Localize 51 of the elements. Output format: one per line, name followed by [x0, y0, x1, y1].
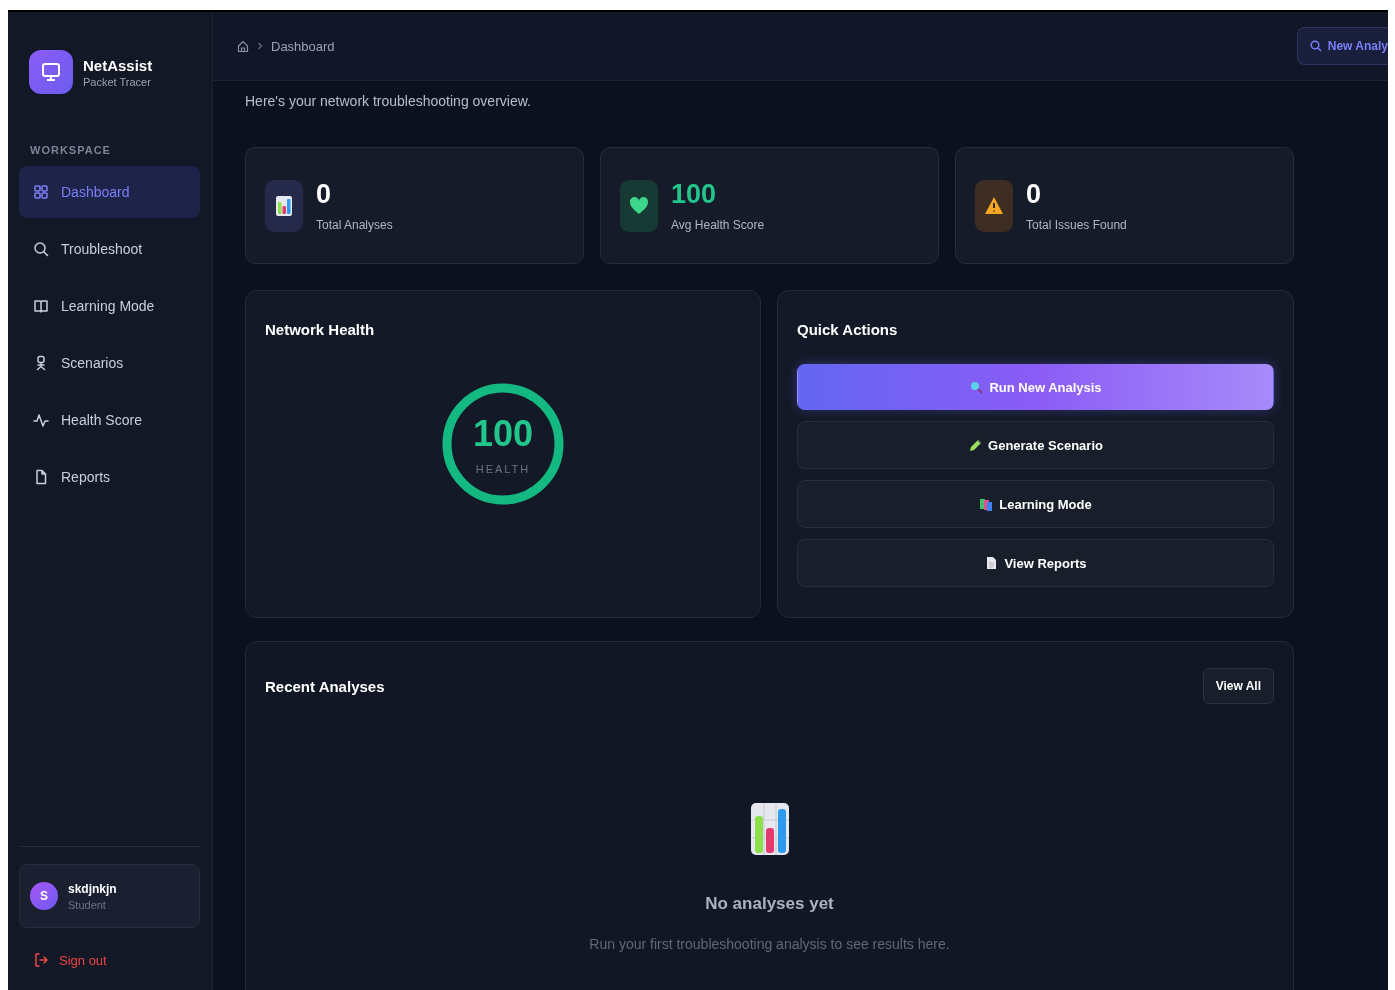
magnifier-icon	[969, 380, 984, 394]
books-icon	[979, 497, 994, 511]
quick-action-button[interactable]: Learning Mode	[797, 480, 1274, 528]
heart-icon	[629, 194, 649, 217]
card-title: Quick Actions	[797, 321, 899, 338]
quick-action-button[interactable]: Generate Scenario	[797, 421, 1274, 469]
chevron-icon	[257, 42, 263, 50]
page-subtitle: Here's your network troubleshooting overview.	[245, 93, 532, 109]
search-icon	[33, 241, 49, 257]
pulse-icon	[33, 412, 49, 428]
sidebar-item[interactable]: Dashboard	[19, 166, 200, 218]
stat-value: 0	[1026, 179, 1043, 210]
user-name: skdjnkjn	[68, 881, 117, 896]
pencil-icon	[968, 438, 983, 452]
empty-message: Run your first troubleshooting analysis to see results here.	[589, 936, 950, 952]
app-subtitle: Packet Tracer	[83, 75, 152, 88]
chart-icon	[274, 194, 294, 217]
view-all-button[interactable]: View All	[1202, 668, 1274, 704]
stat-label: Total Issues Found	[1026, 218, 1127, 232]
quick-action-button[interactable]: View Reports	[797, 539, 1274, 587]
search-icon	[1309, 40, 1322, 52]
home-icon	[237, 39, 249, 53]
user-role: Student	[68, 898, 107, 911]
card-title: Network Health	[265, 321, 376, 338]
document-icon	[984, 556, 999, 570]
health-label: HEALTH	[475, 463, 531, 475]
empty-title: No analyses yet	[705, 894, 834, 914]
sidebar-item[interactable]: Health Score	[19, 394, 200, 446]
new-analysis-button[interactable]: New Analy	[1296, 27, 1388, 65]
chart-icon	[749, 802, 790, 856]
avatar: S	[30, 882, 58, 910]
stat-label: Avg Health Score	[671, 218, 765, 232]
stat-value: 100	[671, 179, 718, 210]
sidebar-item[interactable]: Scenarios	[19, 337, 200, 389]
grid-icon	[33, 184, 49, 200]
sign-out-icon	[33, 952, 49, 968]
quick-action-button[interactable]: Run New Analysis	[797, 364, 1274, 410]
sidebar-item[interactable]: Reports	[19, 451, 200, 503]
book-icon	[33, 298, 49, 314]
stat-label: Total Analyses	[316, 218, 393, 232]
health-value: 100	[472, 413, 534, 455]
sidebar-item[interactable]: Troubleshoot	[19, 223, 200, 275]
logo-icon	[29, 50, 73, 94]
document-icon	[33, 469, 49, 485]
card-title: Recent Analyses	[265, 677, 385, 695]
sign-out-link[interactable]: Sign out	[19, 928, 121, 990]
stat-value: 0	[316, 179, 333, 210]
app-name: NetAssist	[83, 56, 153, 74]
section-label: WORKSPACE	[30, 144, 112, 156]
sidebar-item[interactable]: Learning Mode	[19, 280, 200, 332]
breadcrumb-item[interactable]: Dashboard	[271, 38, 335, 54]
